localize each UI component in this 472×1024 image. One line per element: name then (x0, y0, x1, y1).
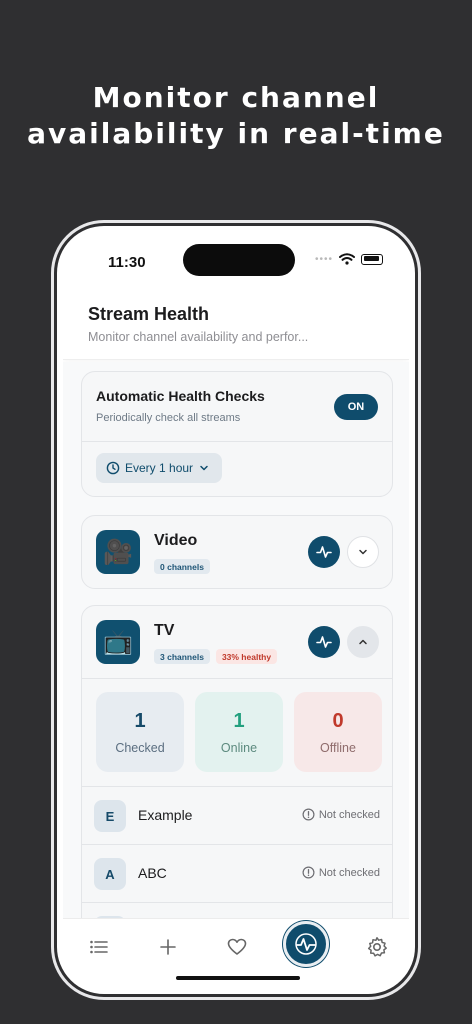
category-name: TV (154, 622, 175, 639)
promo-headline: Monitor channel availability in real-tim… (0, 80, 472, 152)
channel-avatar: A (94, 858, 126, 890)
channel-status-label: Not checked (318, 866, 380, 879)
promo-headline-line-1: Monitor channel (92, 81, 380, 114)
television-icon: 📺 (96, 620, 140, 664)
tab-channels[interactable] (81, 929, 117, 965)
app-screen: 11:30 •••• Stream Health Monitor channel… (63, 232, 409, 988)
channel-status: Not checked (302, 866, 380, 879)
category-name: Video (154, 532, 198, 549)
divider (82, 441, 392, 442)
auto-checks-subtitle: Periodically check all streams (96, 412, 241, 424)
tab-bar (63, 918, 409, 988)
movie-camera-icon: 🎥 (96, 530, 140, 574)
category-stats: 1 Checked 1 Online 0 Offline (96, 692, 382, 772)
status-icons: •••• (315, 253, 383, 265)
stat-label: Checked (115, 740, 165, 755)
channel-status: Not checked (302, 808, 380, 821)
pulse-icon (316, 636, 332, 648)
info-icon (302, 808, 315, 821)
interval-label: Every 1 hour (125, 461, 194, 475)
chevron-down-icon (200, 465, 208, 471)
category-badges: 3 channels 33% healthy (154, 649, 278, 664)
main-content: Automatic Health Checks Periodically che… (63, 362, 409, 937)
battery-icon (361, 253, 383, 265)
collapse-category-button[interactable] (347, 626, 379, 658)
phone-frame: 11:30 •••• Stream Health Monitor channel… (54, 223, 418, 997)
check-category-button[interactable] (308, 536, 340, 568)
pulse-icon (295, 933, 317, 955)
pulse-icon (316, 546, 332, 558)
category-card-video[interactable]: 🎥 Video 0 channels (81, 515, 393, 589)
expand-category-button[interactable] (347, 536, 379, 568)
stat-online: 1 Online (195, 692, 283, 772)
channel-name: Example (138, 807, 193, 823)
stat-label: Online (220, 740, 258, 755)
tab-stream-health[interactable] (283, 921, 329, 967)
channels-count-badge: 0 channels (154, 559, 210, 574)
signal-icon: •••• (314, 253, 333, 265)
heart-icon (227, 938, 247, 955)
check-category-button[interactable] (308, 626, 340, 658)
channel-row[interactable]: A ABC Not checked (82, 844, 392, 902)
status-time: 11:30 (108, 254, 146, 271)
promo-headline-line-2: availability in real-time (27, 117, 445, 150)
wifi-icon (339, 253, 355, 265)
channel-status-label: Not checked (318, 808, 380, 821)
divider (82, 678, 392, 679)
channel-name: ABC (138, 865, 167, 881)
channels-count-badge: 3 channels (154, 649, 210, 664)
chevron-down-icon (359, 549, 367, 555)
category-card-tv: 📺 TV 3 channels 33% healthy 1 Checked 1 … (81, 605, 393, 937)
stat-value: 0 (332, 709, 344, 732)
gear-icon (367, 937, 387, 957)
dynamic-island (183, 244, 295, 276)
channel-avatar: E (94, 800, 126, 832)
tab-add[interactable] (150, 929, 186, 965)
page-subtitle: Monitor channel availability and perfor.… (88, 330, 309, 344)
chevron-up-icon (359, 639, 367, 645)
stat-offline: 0 Offline (294, 692, 382, 772)
list-icon (90, 940, 108, 954)
stat-value: 1 (233, 709, 245, 732)
clock-icon (106, 461, 120, 475)
home-indicator (176, 976, 300, 980)
plus-icon (160, 939, 176, 955)
tab-settings[interactable] (359, 929, 395, 965)
page-title: Stream Health (88, 304, 210, 324)
auto-checks-toggle[interactable]: ON (334, 394, 378, 420)
auto-health-checks-card: Automatic Health Checks Periodically che… (81, 371, 393, 497)
info-icon (302, 866, 315, 879)
category-badges: 0 channels (154, 559, 210, 574)
status-bar: 11:30 •••• (63, 232, 409, 282)
stat-checked: 1 Checked (96, 692, 184, 772)
page-header: Stream Health Monitor channel availabili… (63, 296, 409, 360)
interval-selector[interactable]: Every 1 hour (96, 453, 223, 483)
stat-label: Offline (320, 740, 356, 755)
auto-checks-title: Automatic Health Checks (96, 388, 265, 404)
channel-row[interactable]: E Example Not checked (82, 786, 392, 844)
tab-favorites[interactable] (219, 929, 255, 965)
stat-value: 1 (134, 709, 146, 732)
health-percent-badge: 33% healthy (215, 649, 278, 664)
